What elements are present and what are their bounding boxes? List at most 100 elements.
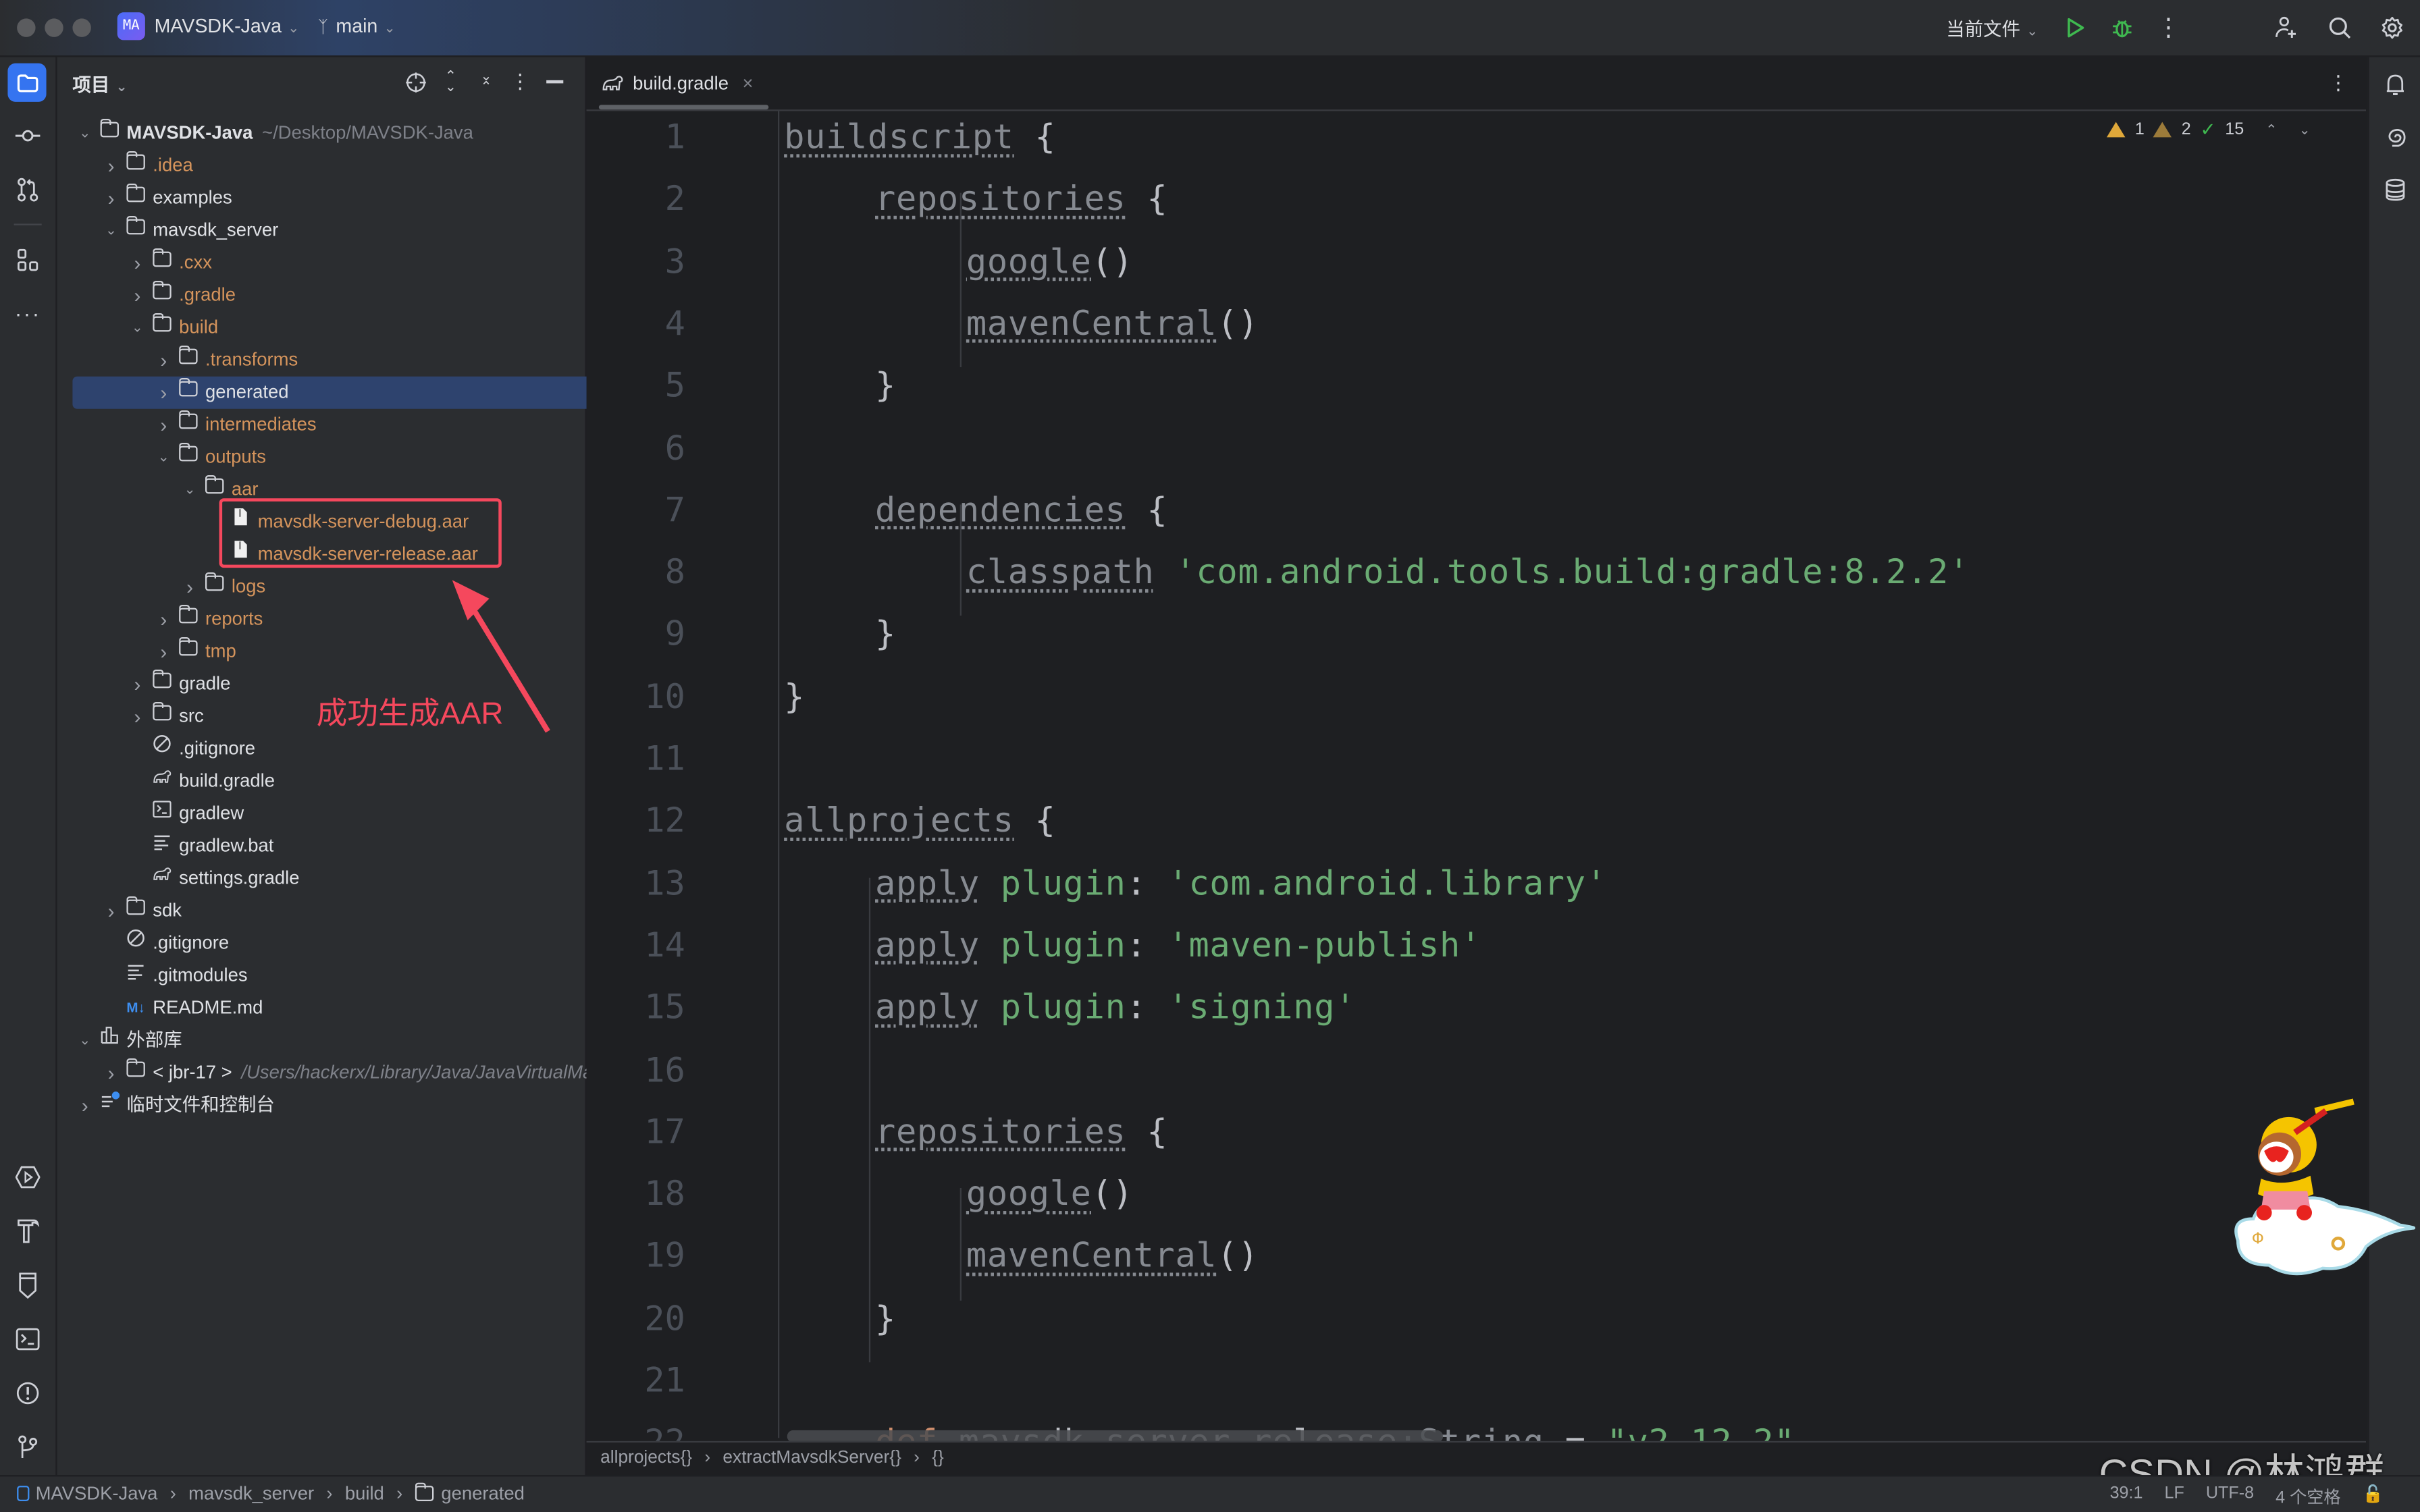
chevron-right-icon[interactable]: › bbox=[102, 182, 120, 215]
code-line[interactable]: repositories { bbox=[875, 1114, 1167, 1152]
terminal-tool-button[interactable] bbox=[11, 1322, 45, 1356]
chevron-right-icon[interactable]: › bbox=[155, 409, 173, 441]
tree-item[interactable]: .gitignore bbox=[102, 927, 229, 960]
collapse-all-button[interactable]: ⌄ ⌃ bbox=[477, 69, 495, 94]
notifications-button[interactable] bbox=[2380, 70, 2411, 101]
tree-item[interactable]: ⌄ MAVSDK-Java ~/Desktop/MAVSDK-Java bbox=[76, 117, 473, 150]
run-config-selector[interactable]: 当前文件 ⌄ bbox=[1946, 16, 2038, 42]
zoom-window-button[interactable] bbox=[72, 18, 91, 37]
tree-item[interactable]: › examples bbox=[102, 182, 232, 215]
tree-item[interactable]: › tmp bbox=[155, 636, 236, 668]
project-view-selector[interactable]: 项目 ⌄ bbox=[72, 71, 127, 97]
chevron-right-icon[interactable]: › bbox=[76, 1089, 94, 1122]
tree-item[interactable]: .gitmodules bbox=[102, 960, 248, 992]
indent-setting[interactable]: 4 个空格 bbox=[2276, 1484, 2340, 1509]
close-window-button[interactable] bbox=[17, 18, 36, 37]
run-tool-button[interactable] bbox=[11, 1160, 45, 1194]
select-opened-file-button[interactable] bbox=[404, 71, 426, 92]
lock-icon[interactable]: 🔓 bbox=[2363, 1484, 2384, 1509]
navigation-bar-item[interactable]: MAVSDK-Java bbox=[36, 1483, 158, 1505]
tree-item[interactable]: ⌄ build bbox=[128, 312, 218, 344]
branch-switcher[interactable]: ᛉ main ⌄ bbox=[318, 16, 396, 37]
code-line[interactable]: } bbox=[784, 678, 805, 717]
file-encoding[interactable]: UTF-8 bbox=[2206, 1484, 2254, 1509]
chevron-right-icon[interactable]: › bbox=[180, 571, 199, 603]
next-highlight-icon[interactable]: ⌄ bbox=[2298, 121, 2310, 138]
chevron-right-icon[interactable]: › bbox=[155, 603, 173, 636]
hide-panel-button[interactable] bbox=[544, 70, 565, 94]
gemini-button[interactable] bbox=[2380, 122, 2411, 153]
code-line[interactable]: mavenCentral() bbox=[966, 1238, 1259, 1276]
tree-item[interactable]: › .idea bbox=[102, 150, 193, 182]
search-button[interactable] bbox=[2324, 12, 2355, 43]
close-tab-icon[interactable]: × bbox=[743, 72, 754, 94]
inspection-widget[interactable]: 1 2 ✓ 15 ⌃ ⌄ bbox=[2107, 119, 2311, 140]
tree-item[interactable]: gradlew.bat bbox=[128, 830, 273, 863]
chevron-down-icon[interactable]: ⌄ bbox=[155, 441, 173, 474]
navigation-bar-item[interactable]: build bbox=[345, 1483, 384, 1505]
more-actions-button[interactable]: ⋮ bbox=[2156, 14, 2181, 42]
tree-item[interactable]: gradlew bbox=[128, 798, 244, 830]
tab-options-button[interactable]: ⋮ bbox=[2328, 70, 2348, 97]
tree-item[interactable]: M↓ README.md bbox=[102, 992, 263, 1025]
previous-highlight-icon[interactable]: ⌃ bbox=[2265, 121, 2277, 138]
tree-item[interactable]: › src bbox=[128, 701, 204, 733]
tree-item[interactable]: ⌄ 外部库 bbox=[76, 1025, 182, 1057]
minimize-window-button[interactable] bbox=[45, 18, 63, 37]
tree-item[interactable]: › gradle bbox=[128, 668, 230, 701]
chevron-right-icon[interactable]: › bbox=[128, 668, 147, 701]
panel-options-button[interactable]: ⋮ bbox=[510, 70, 530, 94]
code-line[interactable]: } bbox=[875, 1300, 896, 1339]
tree-item[interactable]: settings.gradle bbox=[128, 863, 300, 895]
chevron-right-icon[interactable]: › bbox=[155, 377, 173, 409]
code-line[interactable]: repositories { bbox=[875, 181, 1167, 219]
editor-breadcrumb-item[interactable]: {} bbox=[932, 1449, 944, 1467]
chevron-right-icon[interactable]: › bbox=[102, 150, 120, 182]
code-line[interactable]: google() bbox=[966, 243, 1134, 281]
tree-item[interactable]: › sdk bbox=[102, 895, 182, 927]
tree-item[interactable]: › logs bbox=[180, 571, 265, 603]
editor-breadcrumb-item[interactable]: extractMavsdkServer{} bbox=[722, 1449, 901, 1467]
chevron-right-icon[interactable]: › bbox=[102, 895, 120, 927]
line-separator[interactable]: LF bbox=[2165, 1484, 2184, 1509]
expand-all-button[interactable]: ⌃ ⌄ bbox=[442, 69, 460, 94]
code-line[interactable]: apply plugin: 'maven-publish' bbox=[875, 927, 1481, 965]
tree-item[interactable]: › generated bbox=[72, 376, 650, 409]
chevron-down-icon[interactable]: ⌄ bbox=[128, 312, 147, 344]
chevron-right-icon[interactable]: › bbox=[155, 636, 173, 668]
chevron-right-icon[interactable]: › bbox=[155, 344, 173, 377]
vcs-tool-button[interactable] bbox=[11, 1430, 45, 1464]
more-tools-button[interactable]: ··· bbox=[12, 298, 43, 329]
tree-item[interactable]: build.gradle bbox=[128, 765, 275, 798]
editor-breadcrumb-item[interactable]: allprojects{} bbox=[600, 1449, 692, 1467]
build-tool-button[interactable] bbox=[11, 1214, 45, 1248]
chevron-down-icon[interactable]: ⌄ bbox=[76, 1025, 94, 1057]
settings-button[interactable] bbox=[2377, 12, 2408, 43]
chevron-right-icon[interactable]: › bbox=[102, 1057, 120, 1089]
project-switcher[interactable]: MAVSDK-Java ⌄ bbox=[155, 16, 300, 37]
code-line[interactable]: apply plugin: 'com.android.library' bbox=[875, 865, 1607, 903]
tree-item[interactable]: › 临时文件和控制台 bbox=[76, 1089, 275, 1122]
code-line[interactable]: apply plugin: 'signing' bbox=[875, 990, 1356, 1028]
caret-position[interactable]: 39:1 bbox=[2110, 1484, 2143, 1509]
code-line[interactable]: google() bbox=[966, 1176, 1134, 1214]
tree-item[interactable]: ⌄ mavsdk_server bbox=[102, 215, 278, 247]
tree-item[interactable]: › < jbr-17 > /Users/hackerx/Library/Java/J… bbox=[102, 1057, 602, 1089]
tree-item[interactable]: › .cxx bbox=[128, 247, 212, 279]
chevron-right-icon[interactable]: › bbox=[128, 279, 147, 312]
problems-tool-button[interactable] bbox=[11, 1376, 45, 1410]
structure-tool-button[interactable] bbox=[12, 245, 43, 276]
chevron-down-icon[interactable]: ⌄ bbox=[102, 215, 120, 247]
run-button[interactable] bbox=[2062, 14, 2090, 42]
chevron-down-icon[interactable]: ⌄ bbox=[180, 474, 199, 506]
code-line[interactable]: allprojects { bbox=[784, 803, 1055, 841]
pull-requests-tool-button[interactable] bbox=[12, 174, 43, 205]
debug-button[interactable] bbox=[2108, 14, 2136, 42]
code-line[interactable]: dependencies { bbox=[875, 492, 1167, 531]
tree-item[interactable]: › .transforms bbox=[155, 344, 298, 377]
chevron-down-icon[interactable]: ⌄ bbox=[76, 117, 94, 150]
navigation-bar-item[interactable]: mavsdk_server bbox=[188, 1483, 314, 1505]
code-line[interactable]: classpath 'com.android.tools.build:gradl… bbox=[966, 554, 1970, 593]
code-with-me-button[interactable] bbox=[2270, 12, 2301, 43]
navigation-bar-item[interactable]: generated bbox=[441, 1483, 525, 1505]
